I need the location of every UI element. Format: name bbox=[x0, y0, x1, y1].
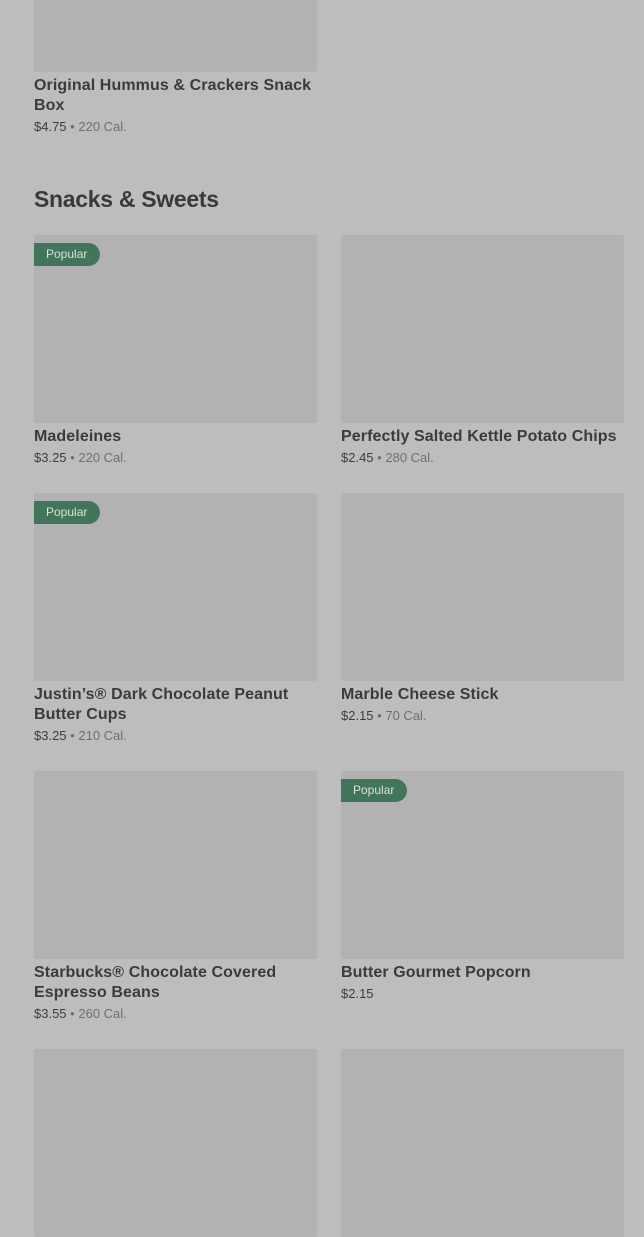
menu-item-card[interactable]: Starbucks® Chocolate Covered Espresso Be… bbox=[34, 771, 317, 1022]
menu-item-name[interactable]: Original Hummus & Crackers Snack Box bbox=[34, 76, 317, 116]
menu-item-card[interactable]: Popular Justin’s® Dark Chocolate Peanut … bbox=[34, 493, 317, 744]
menu-item-image[interactable] bbox=[34, 1049, 317, 1237]
menu-item-price: $3.25 bbox=[34, 450, 67, 465]
menu-item-meta: $2.15 • 70 Cal. bbox=[341, 708, 624, 724]
menu-item-price: $3.25 bbox=[34, 728, 67, 743]
menu-item-calories: 220 Cal. bbox=[78, 450, 127, 465]
menu-item-calories: 260 Cal. bbox=[78, 1006, 127, 1021]
section-title: Snacks & Sweets bbox=[34, 186, 219, 212]
menu-item-meta: $3.25 • 220 Cal. bbox=[34, 450, 317, 466]
menu-item-calories: 70 Cal. bbox=[385, 708, 427, 723]
menu-item-card[interactable] bbox=[34, 1049, 317, 1237]
menu-item-name[interactable]: Marble Cheese Stick bbox=[341, 685, 624, 705]
menu-item-meta: $4.75 • 220 Cal. bbox=[34, 119, 317, 135]
popular-badge: Popular bbox=[34, 243, 101, 266]
menu-item-card[interactable]: Original Hummus & Crackers Snack Box $4.… bbox=[34, 0, 317, 135]
menu-item-price: $4.75 bbox=[34, 119, 67, 134]
menu-item-meta: $2.15 bbox=[341, 986, 624, 1002]
menu-item-card[interactable]: Perfectly Salted Kettle Potato Chips $2.… bbox=[341, 235, 624, 466]
meta-separator: • bbox=[70, 1006, 75, 1021]
meta-separator: • bbox=[70, 450, 75, 465]
menu-item-image[interactable]: Popular bbox=[34, 235, 317, 423]
menu-item-calories: 220 Cal. bbox=[78, 119, 127, 134]
popular-badge: Popular bbox=[34, 501, 101, 524]
menu-item-image[interactable] bbox=[341, 493, 624, 681]
menu-item-card[interactable]: Popular Butter Gourmet Popcorn $2.15 bbox=[341, 771, 624, 1002]
menu-item-image[interactable]: Popular bbox=[341, 771, 624, 959]
menu-item-card[interactable]: Marble Cheese Stick $2.15 • 70 Cal. bbox=[341, 493, 624, 724]
menu-item-image[interactable] bbox=[34, 771, 317, 959]
menu-item-name[interactable]: Perfectly Salted Kettle Potato Chips bbox=[341, 427, 624, 447]
meta-separator: • bbox=[377, 708, 382, 723]
menu-item-meta: $3.55 • 260 Cal. bbox=[34, 1006, 317, 1022]
menu-item-image[interactable]: Popular bbox=[34, 493, 317, 681]
popular-badge: Popular bbox=[341, 779, 408, 802]
menu-item-card[interactable] bbox=[341, 1049, 624, 1237]
menu-item-price: $2.15 bbox=[341, 708, 374, 723]
menu-item-name[interactable]: Butter Gourmet Popcorn bbox=[341, 963, 624, 983]
menu-item-calories: 210 Cal. bbox=[78, 728, 127, 743]
menu-item-image[interactable] bbox=[34, 0, 317, 72]
menu-item-name[interactable]: Starbucks® Chocolate Covered Espresso Be… bbox=[34, 963, 317, 1003]
menu-item-price: $3.55 bbox=[34, 1006, 67, 1021]
menu-item-meta: $2.45 • 280 Cal. bbox=[341, 450, 624, 466]
menu-item-price: $2.15 bbox=[341, 986, 374, 1001]
menu-item-name[interactable]: Madeleines bbox=[34, 427, 317, 447]
meta-separator: • bbox=[377, 450, 382, 465]
menu-item-calories: 280 Cal. bbox=[385, 450, 434, 465]
meta-separator: • bbox=[70, 728, 75, 743]
menu-item-meta: $3.25 • 210 Cal. bbox=[34, 728, 317, 744]
menu-page: Original Hummus & Crackers Snack Box $4.… bbox=[0, 0, 644, 1237]
menu-item-card[interactable]: Popular Madeleines $3.25 • 220 Cal. bbox=[34, 235, 317, 466]
menu-item-image[interactable] bbox=[341, 235, 624, 423]
menu-item-image[interactable] bbox=[341, 1049, 624, 1237]
menu-item-name[interactable]: Justin’s® Dark Chocolate Peanut Butter C… bbox=[34, 685, 317, 725]
menu-item-price: $2.45 bbox=[341, 450, 374, 465]
meta-separator: • bbox=[70, 119, 75, 134]
